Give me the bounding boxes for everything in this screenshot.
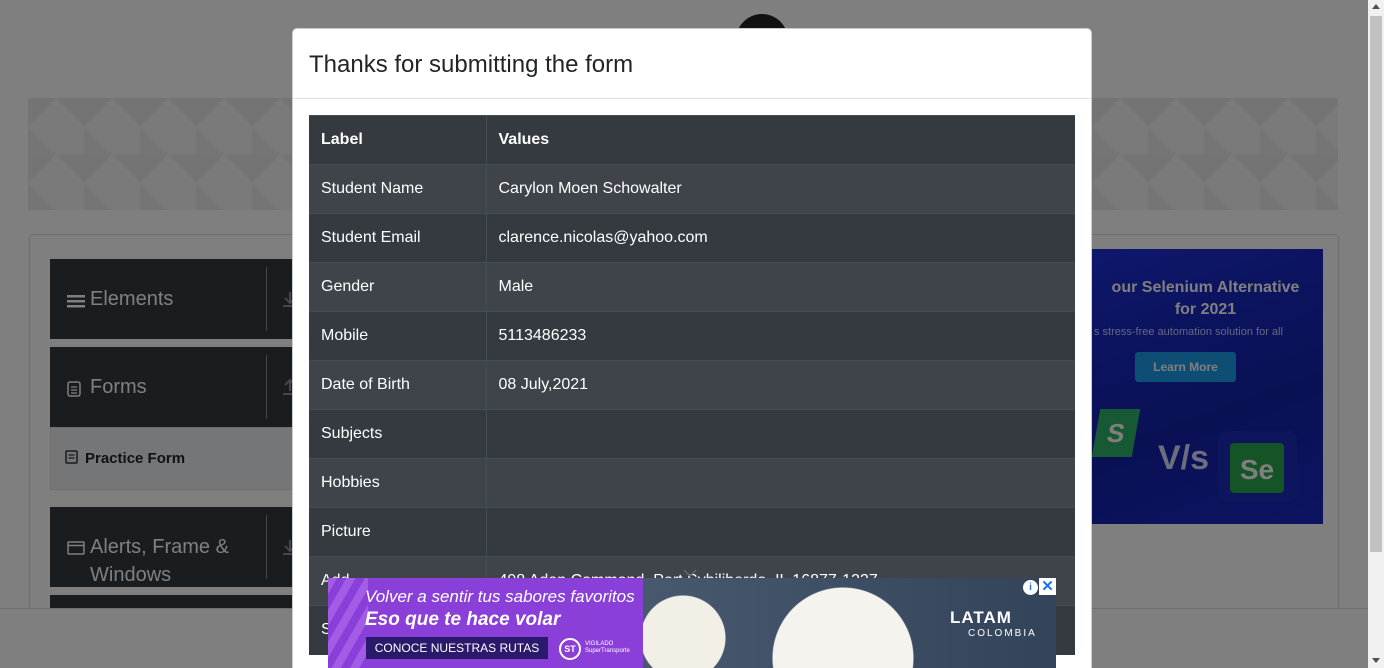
row-value: 08 July,2021 <box>486 360 1075 410</box>
row-label: Student Email <box>309 213 487 263</box>
chevron-down-icon[interactable] <box>683 565 697 578</box>
modal-header: Thanks for submitting the form <box>293 29 1091 99</box>
table-row: Mobile 5113486233 <box>309 311 1075 361</box>
row-value: Male <box>486 262 1075 312</box>
row-value <box>486 409 1075 459</box>
table-row: Student Email clarence.nicolas@yahoo.com <box>309 213 1075 263</box>
row-label: Mobile <box>309 311 487 361</box>
vertical-scrollbar[interactable] <box>1368 0 1384 668</box>
ad-cta-button[interactable]: CONOCE NUESTRAS RUTAS <box>366 637 548 659</box>
row-value <box>486 507 1075 557</box>
column-header-values: Values <box>486 115 1075 165</box>
row-label: Hobbies <box>309 458 487 508</box>
table-row: Gender Male <box>309 262 1075 312</box>
info-icon[interactable]: i <box>1023 580 1038 595</box>
table-row: Subjects <box>309 409 1075 459</box>
row-label: Date of Birth <box>309 360 487 410</box>
scrollbar-thumb[interactable] <box>1370 16 1382 552</box>
row-value: 5113486233 <box>486 311 1075 361</box>
close-icon[interactable]: ✕ <box>1039 578 1056 595</box>
row-value <box>486 458 1075 508</box>
table-row: Hobbies <box>309 458 1075 508</box>
scroll-up-icon[interactable] <box>1372 4 1380 9</box>
row-label: Gender <box>309 262 487 312</box>
table-row: Picture <box>309 507 1075 557</box>
ad-headline: Volver a sentir tus sabores favoritos <box>365 587 635 606</box>
table-row: Date of Birth 08 July,2021 <box>309 360 1075 410</box>
row-label: Picture <box>309 507 487 557</box>
scroll-down-icon[interactable] <box>1372 658 1380 663</box>
ad-decoration <box>328 578 368 668</box>
column-header-label: Label <box>309 115 487 165</box>
ad-vigilado-text: VIGILADO SuperTransporte <box>585 641 630 654</box>
row-label: Student Name <box>309 164 487 214</box>
row-value: clarence.nicolas@yahoo.com <box>486 213 1075 263</box>
modal-title: Thanks for submitting the form <box>309 51 634 78</box>
bottom-advertisement[interactable]: Volver a sentir tus sabores favoritos Es… <box>328 578 1056 668</box>
ad-country: COLOMBIA <box>968 628 1037 639</box>
table-header-row: Label Values <box>309 115 1075 165</box>
latam-logo: LATAM <box>950 608 1012 627</box>
row-label: Subjects <box>309 409 487 459</box>
ad-tagline: Eso que te hace volar <box>365 609 561 630</box>
table-row: Student Name Carylon Moen Schowalter <box>309 164 1075 214</box>
supertransporte-logo-icon: ST <box>559 638 581 660</box>
row-value: Carylon Moen Schowalter <box>486 164 1075 214</box>
